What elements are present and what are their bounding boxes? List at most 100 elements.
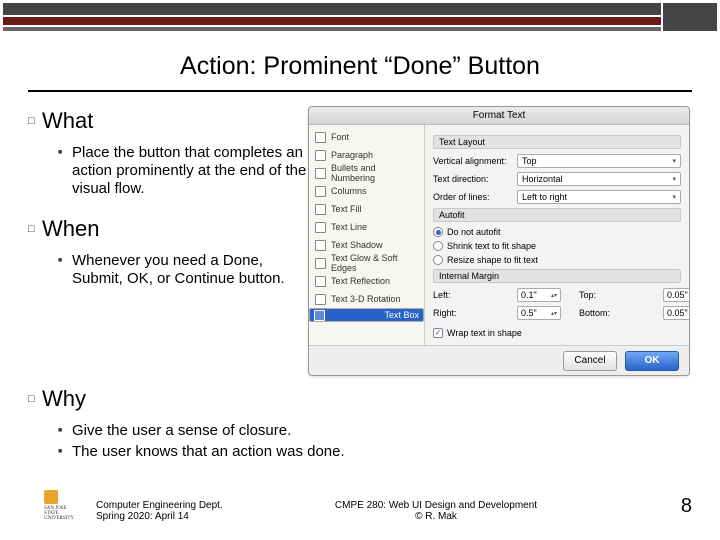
direction-select[interactable]: Horizontal ▾ <box>517 172 681 186</box>
deco-bar-2 <box>3 17 717 25</box>
dialog-sidebar: Font Paragraph Bullets and Numbering Column… <box>309 125 425 345</box>
sidebar-item[interactable]: Text Shadow <box>309 236 424 254</box>
sidebar-item[interactable]: Font <box>309 128 424 146</box>
sidebar-item-label: Text Glow & Soft Edges <box>331 253 418 273</box>
wrap-label: Wrap text in shape <box>447 328 522 338</box>
autofit-radio[interactable] <box>433 241 443 251</box>
group-header-layout: Text Layout <box>433 135 681 149</box>
sidebar-item[interactable]: Text Box <box>309 308 424 322</box>
valign-value: Top <box>522 156 537 166</box>
body-text: Give the user a sense of closure. <box>72 422 291 440</box>
margin-bottom-label: Bottom: <box>579 308 659 318</box>
list-item: ■The user knows that an action was done. <box>58 443 588 461</box>
sidebar-item[interactable]: Paragraph <box>309 146 424 164</box>
stepper-icon: ▴▾ <box>551 292 557 299</box>
deco-bar-1 <box>3 3 717 15</box>
sidebar-item-icon <box>315 294 326 305</box>
sidebar-item-icon <box>314 310 325 321</box>
sidebar-item[interactable]: Text Glow & Soft Edges <box>309 254 424 272</box>
content-why: □Why ■Give the user a sense of closure. … <box>28 386 588 479</box>
format-text-dialog: Format Text Font Paragraph Bullets and Num… <box>308 106 690 376</box>
sidebar-item-icon <box>315 204 326 215</box>
valign-label: Vertical alignment: <box>433 156 513 166</box>
order-value: Left to right <box>522 192 567 202</box>
logo-text2: UNIVERSITY <box>44 516 82 521</box>
order-label: Order of lines: <box>433 192 513 202</box>
group-header-autofit: Autofit <box>433 208 681 222</box>
sidebar-item-label: Text Shadow <box>331 240 383 250</box>
cancel-button[interactable]: Cancel <box>563 351 617 371</box>
footer-course: CMPE 280: Web UI Design and Development <box>296 500 576 511</box>
sidebar-item-label: Text Fill <box>331 204 362 214</box>
margin-bottom-input[interactable]: 0.05"▴▾ <box>663 306 689 320</box>
dialog-button-bar: Cancel OK <box>309 345 689 375</box>
margin-top-input[interactable]: 0.05"▴▾ <box>663 288 689 302</box>
sidebar-item-icon <box>315 150 326 161</box>
sidebar-item[interactable]: Columns <box>309 182 424 200</box>
dialog-pane: Text Layout Vertical alignment:Top▾ Text… <box>425 125 689 345</box>
margin-top-label: Top: <box>579 290 659 300</box>
title-underline <box>28 90 692 92</box>
sidebar-item-label: Columns <box>331 186 367 196</box>
margin-right-input[interactable]: 0.5"▴▾ <box>517 306 561 320</box>
sidebar-item[interactable]: Bullets and Numbering <box>309 164 424 182</box>
bullet-square-icon: □ <box>28 216 42 242</box>
direction-label: Text direction: <box>433 174 513 184</box>
order-select[interactable]: Left to right ▾ <box>517 190 681 204</box>
autofit-radio[interactable] <box>433 255 443 265</box>
bullet-small-icon: ■ <box>58 422 72 440</box>
bullet-square-icon: □ <box>28 386 42 412</box>
autofit-radios: Do not autofit Shrink text to fit shape Re… <box>433 227 681 265</box>
dialog-title: Format Text <box>309 107 689 125</box>
chevron-down-icon: ▾ <box>672 193 676 201</box>
sidebar-item[interactable]: Text 3-D Rotation <box>309 290 424 308</box>
sidebar-item[interactable]: Text Reflection <box>309 272 424 290</box>
group-header-margin: Internal Margin <box>433 269 681 283</box>
sidebar-item-label: Text 3-D Rotation <box>331 294 401 304</box>
autofit-option-label: Shrink text to fit shape <box>447 241 536 251</box>
ok-button[interactable]: OK <box>625 351 679 371</box>
sidebar-item-label: Paragraph <box>331 150 373 160</box>
sidebar-item-icon <box>315 258 326 269</box>
chevron-down-icon: ▾ <box>672 175 676 183</box>
logo-mark-icon <box>44 490 58 504</box>
margin-left-label: Left: <box>433 290 513 300</box>
slide: Action: Prominent “Done” Button □What ■P… <box>0 0 720 540</box>
sidebar-item-icon <box>315 132 326 143</box>
sidebar-item-icon <box>315 168 326 179</box>
footer-term: Spring 2020: April 14 <box>96 511 296 522</box>
deco-square <box>661 3 717 31</box>
list-item: ■Give the user a sense of closure. <box>58 422 588 440</box>
body-text: Whenever you need a Done, Submit, OK, or… <box>72 252 308 288</box>
sidebar-item-label: Text Line <box>331 222 367 232</box>
content-left: □What ■Place the button that completes a… <box>28 108 308 306</box>
margin-left-input[interactable]: 0.1"▴▾ <box>517 288 561 302</box>
page-number: 8 <box>681 495 692 518</box>
deco-bar-3 <box>3 27 717 31</box>
autofit-option-label: Do not autofit <box>447 227 501 237</box>
margin-right-label: Right: <box>433 308 513 318</box>
sidebar-item-icon <box>315 186 326 197</box>
wrap-checkbox[interactable]: ✓ <box>433 328 443 338</box>
valign-select[interactable]: Top▾ <box>517 154 681 168</box>
sidebar-item-icon <box>315 276 326 287</box>
body-text: The user knows that an action was done. <box>72 443 345 461</box>
bullet-small-icon: ■ <box>58 252 72 270</box>
sidebar-item[interactable]: Text Fill <box>309 200 424 218</box>
sidebar-item[interactable]: Text Line <box>309 218 424 236</box>
stepper-icon: ▴▾ <box>551 310 557 317</box>
autofit-radio[interactable] <box>433 227 443 237</box>
sidebar-item-label: Bullets and Numbering <box>331 163 418 183</box>
section-heading-when: When <box>42 216 99 242</box>
list-item: ■Whenever you need a Done, Submit, OK, o… <box>58 252 308 288</box>
sidebar-item-icon <box>315 240 326 251</box>
sidebar-item-label: Text Reflection <box>331 276 390 286</box>
footer: Computer Engineering Dept. Spring 2020: … <box>96 500 692 522</box>
logo-text1: SAN JOSE STATE <box>44 506 82 516</box>
direction-value: Horizontal <box>522 174 563 184</box>
sidebar-item-label: Text Box <box>384 310 419 320</box>
autofit-option-label: Resize shape to fit text <box>447 255 538 265</box>
list-item: ■Place the button that completes an acti… <box>58 144 308 198</box>
section-heading-what: What <box>42 108 93 134</box>
body-text: Place the button that completes an actio… <box>72 144 308 198</box>
